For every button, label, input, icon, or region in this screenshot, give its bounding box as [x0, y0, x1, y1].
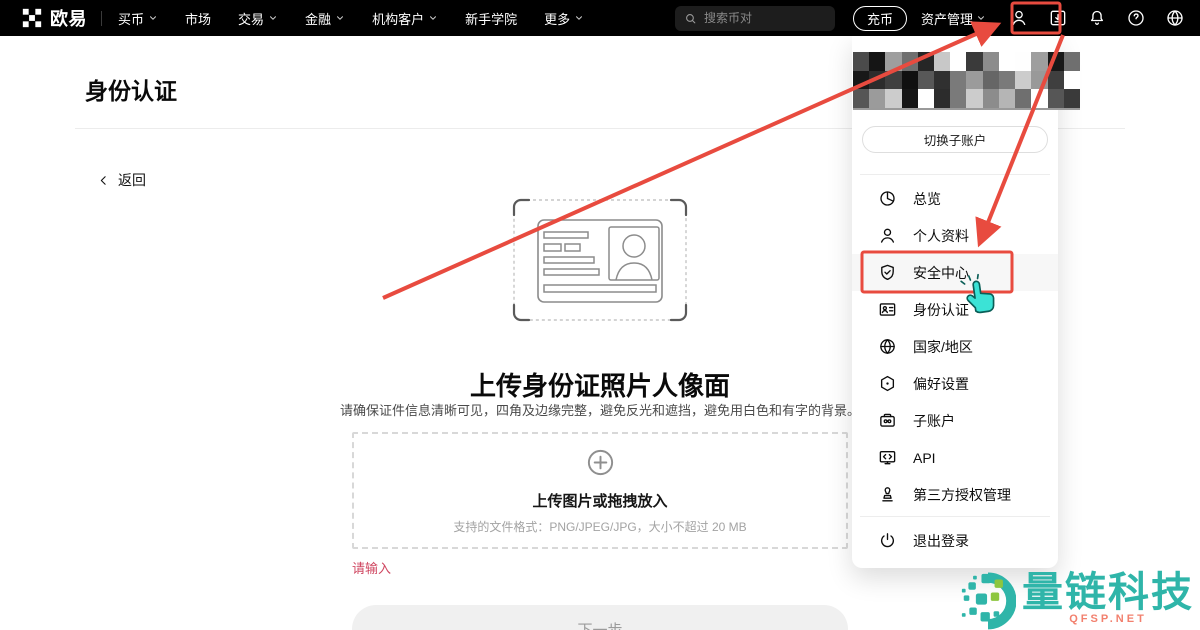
dropdown-item-label: 安全中心 [913, 263, 969, 283]
nav-divider [101, 11, 102, 26]
hexagon-dot-icon [878, 374, 897, 393]
search-input[interactable] [704, 11, 826, 25]
logout-section: 退出登录 [852, 522, 1058, 559]
dropdown-item-2[interactable]: 个人资料 [852, 217, 1058, 254]
chevron-down-icon [268, 13, 278, 23]
dropdown-item-label: 子账户 [913, 411, 955, 431]
nav-item-3[interactable]: 交易 [238, 9, 278, 28]
plus-icon [585, 447, 616, 483]
search-icon [684, 12, 697, 25]
deposit-button[interactable]: 充币 [853, 6, 907, 31]
watermark-logo-icon [960, 570, 1016, 630]
nav-item-2[interactable]: 市场 [185, 9, 211, 28]
dropdown-item-1[interactable]: 总览 [852, 180, 1058, 217]
stamp-icon [878, 485, 897, 504]
dropdown-item-4[interactable]: 身份认证 [852, 291, 1058, 328]
dropdown-divider [860, 174, 1050, 175]
switch-subaccount-button[interactable]: 切换子账户 [862, 126, 1048, 153]
dropdown-item-9[interactable]: 第三方授权管理 [852, 476, 1058, 513]
dropdown-item-3[interactable]: 安全中心 [852, 254, 1058, 291]
dropdown-item-label: 国家/地区 [913, 337, 973, 357]
person-icon [878, 226, 897, 245]
dropdown-item-label: 第三方授权管理 [913, 485, 1011, 505]
globe-icon [878, 337, 897, 356]
nav-item-label: 更多 [544, 9, 570, 28]
dropdown-item-label: 身份认证 [913, 300, 969, 320]
shield-check-icon [878, 263, 897, 282]
id-card-illustration [510, 196, 690, 329]
assets-menu[interactable]: 资产管理 [921, 9, 986, 28]
power-icon [878, 531, 897, 550]
watermark-domain: QFSP.NET [1069, 613, 1147, 625]
nav-item-label: 新手学院 [465, 9, 517, 28]
upload-dropzone[interactable]: 上传图片或拖拽放入 支持的文件格式：PNG/JPEG/JPG，大小不超过 20 … [352, 432, 848, 549]
nav-item-5[interactable]: 机构客户 [372, 9, 438, 28]
back-button[interactable]: 返回 [97, 170, 146, 190]
upload-label: 上传图片或拖拽放入 [532, 490, 667, 511]
nav-item-4[interactable]: 金融 [305, 9, 345, 28]
okx-logo-text: 欧易 [50, 5, 87, 31]
nav-item-6[interactable]: 新手学院 [465, 9, 517, 28]
nav-item-label: 市场 [185, 9, 211, 28]
censored-account-info-mosaic [853, 52, 1080, 110]
upload-format-hint: 支持的文件格式：PNG/JPEG/JPG，大小不超过 20 MB [453, 518, 746, 535]
search-box[interactable] [675, 6, 835, 31]
id-card-icon [878, 300, 897, 319]
nav-item-label: 机构客户 [372, 9, 424, 28]
top-navbar: 欧易 买币 市场 交易 金融 机构客户 新手学院 更多 充币 资产管理 [0, 0, 1200, 36]
dropdown-item-5[interactable]: 国家/地区 [852, 328, 1058, 365]
globe-icon[interactable] [1164, 7, 1186, 29]
dropdown-item-6[interactable]: 偏好设置 [852, 365, 1058, 402]
watermark: 量链科技 QFSP.NET [960, 570, 1194, 630]
dropdown-menu: 总览个人资料安全中心身份认证国家/地区偏好设置子账户 API 第三方授权管理 [852, 180, 1058, 513]
dropdown-item-logout[interactable]: 退出登录 [852, 522, 1058, 559]
dropdown-item-label: 个人资料 [913, 226, 969, 246]
dropdown-item-7[interactable]: 子账户 [852, 402, 1058, 439]
nav-item-label: 买币 [118, 9, 144, 28]
nav-item-label: 金融 [305, 9, 331, 28]
api-icon [878, 448, 897, 467]
okx-logo[interactable]: 欧易 [0, 5, 87, 31]
chevron-down-icon [574, 13, 584, 23]
dropdown-divider [860, 516, 1050, 517]
chevron-down-icon [335, 13, 345, 23]
help-icon[interactable] [1125, 7, 1147, 29]
profile-icon[interactable] [1008, 7, 1030, 29]
chevron-down-icon [148, 13, 158, 23]
overview-pie-icon [878, 189, 897, 208]
dropdown-item-label: 退出登录 [913, 531, 969, 551]
main-nav: 买币 市场 交易 金融 机构客户 新手学院 更多 [118, 9, 584, 28]
nav-right: 充币 资产管理 [675, 0, 1200, 36]
nav-icon-group [1008, 7, 1200, 29]
back-label: 返回 [118, 170, 146, 190]
okx-identity-verification-page: 欧易 买币 市场 交易 金融 机构客户 新手学院 更多 充币 资产管理 身份认证 返回 [0, 0, 1200, 630]
dropdown-item-label: API [913, 450, 936, 466]
validation-error: 请输入 [352, 558, 391, 577]
bell-icon[interactable] [1086, 7, 1108, 29]
nav-item-7[interactable]: 更多 [544, 9, 584, 28]
page-title: 身份认证 [85, 72, 177, 106]
nav-item-1[interactable]: 买币 [118, 9, 158, 28]
account-dropdown: 切换子账户 总览个人资料安全中心身份认证国家/地区偏好设置子账户 API 第三方授权… [852, 36, 1058, 568]
assets-label: 资产管理 [921, 9, 973, 28]
chevron-down-icon [428, 13, 438, 23]
dropdown-item-label: 偏好设置 [913, 374, 969, 394]
dropdown-item-8[interactable]: API [852, 439, 1058, 476]
okx-logo-icon [22, 8, 42, 28]
chevron-left-icon [97, 174, 110, 187]
dropdown-item-label: 总览 [913, 189, 941, 209]
chevron-down-icon [976, 13, 986, 23]
next-step-button[interactable]: 下一步 [352, 605, 848, 630]
watermark-brand: 量链科技 [1022, 570, 1194, 615]
nav-item-label: 交易 [238, 9, 264, 28]
subaccount-icon [878, 411, 897, 430]
download-icon[interactable] [1047, 7, 1069, 29]
